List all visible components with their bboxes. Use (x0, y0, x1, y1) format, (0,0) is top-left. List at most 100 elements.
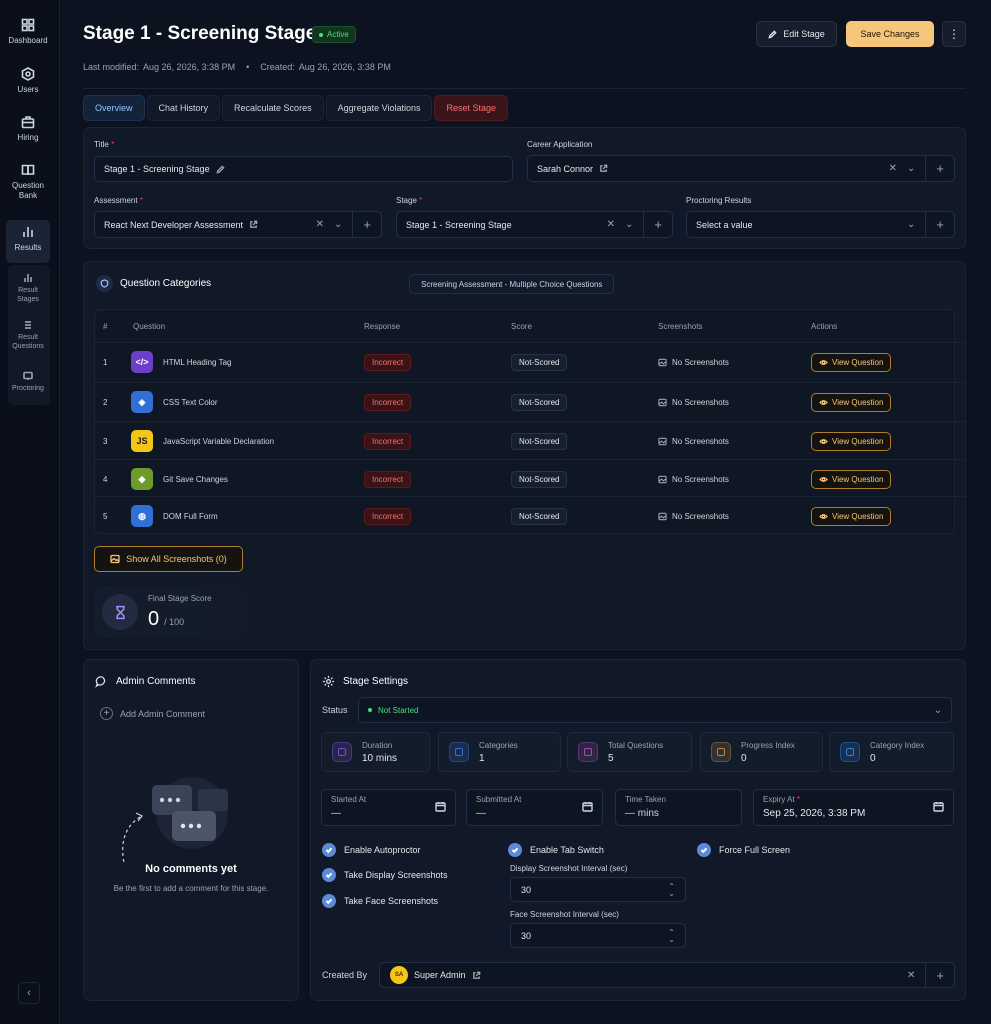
force-full-screen-checkbox[interactable]: Force Full Screen (697, 843, 790, 857)
tab-aggregate-violations[interactable]: Aggregate Violations (325, 95, 433, 121)
sidebar-subitem-result-questions[interactable]: Result Questions (8, 320, 48, 351)
show-all-screenshots-button[interactable]: Show All Screenshots (0) (94, 546, 243, 572)
face-interval-stepper[interactable]: 30 ⌃ ⌄ (510, 923, 686, 948)
tab-recalculate-scores[interactable]: Recalculate Scores (222, 95, 324, 121)
enable-tab-switch-checkbox[interactable]: Enable Tab Switch (508, 843, 604, 857)
clear-icon[interactable]: ✕ (889, 163, 897, 174)
view-question-button[interactable]: View Question (811, 469, 892, 489)
proctoring-results-label: Proctoring Results (686, 196, 752, 205)
image-icon (110, 554, 120, 564)
enable-autoproctor-checkbox[interactable]: Enable Autoproctor (322, 843, 421, 857)
started-at-field[interactable]: Started At — (321, 789, 456, 826)
stage-label: Stage (396, 196, 417, 205)
sidebar-item-hiring[interactable]: Hiring (6, 115, 50, 143)
git-icon: ◆ (131, 468, 153, 490)
calendar-icon (582, 802, 593, 812)
sidebar-subitem-result-stages[interactable]: Result Stages (8, 273, 48, 304)
edit-stage-button[interactable]: Edit Stage (756, 21, 837, 47)
take-display-screenshots-checkbox[interactable]: Take Display Screenshots (322, 868, 448, 882)
table-row: 1 </> HTML Heading Tag Incorrect Not-Scored N… (95, 342, 967, 380)
save-changes-button[interactable]: Save Changes (846, 21, 934, 47)
question-title: JavaScript Variable Declaration (163, 436, 275, 446)
tab-chat-history[interactable]: Chat History (146, 95, 221, 121)
sidebar-subitem-label: Result Stages (17, 287, 39, 303)
last-modified-label: Last modified: (83, 62, 140, 72)
view-question-label: View Question (832, 474, 884, 484)
more-options-button[interactable]: ⋮ (942, 21, 966, 47)
clear-icon[interactable]: ✕ (607, 219, 615, 230)
stat-card: Categories 1 (438, 732, 561, 772)
stat-text: Duration 10 mins (362, 741, 397, 764)
view-question-button[interactable]: View Question (811, 431, 892, 451)
monitor-icon (23, 371, 33, 380)
assessment-select[interactable]: React Next Developer Assessment ✕ ⌄ + (94, 211, 382, 238)
add-admin-comment-button[interactable]: + Add Admin Comment (100, 707, 205, 720)
stepper-arrows-icon[interactable]: ⌃ ⌄ (668, 928, 675, 943)
add-icon[interactable]: + (936, 217, 944, 232)
sidebar-item-dashboard[interactable]: Dashboard (6, 18, 50, 46)
stat-card: Duration 10 mins (321, 732, 430, 772)
submitted-at-field[interactable]: Submitted At — (466, 789, 603, 826)
row-number: 5 (103, 511, 108, 521)
career-application-select[interactable]: Sarah Connor ✕ ⌄ + (527, 155, 955, 182)
question-cell: ◈ CSS Text Color (131, 383, 218, 421)
collapse-sidebar-button[interactable]: ‹ (18, 982, 40, 1004)
more-vertical-icon: ⋮ (948, 27, 960, 41)
view-question-button[interactable]: View Question (811, 352, 892, 372)
time-taken-value: — mins (625, 808, 659, 819)
assessment-label-wrap: Assessment * (94, 196, 143, 205)
sidebar-subitem-proctoring[interactable]: Proctoring (8, 371, 48, 393)
view-question-button[interactable]: View Question (811, 506, 892, 526)
col-question: Question (133, 322, 166, 331)
question-cell: ◆ Git Save Changes (131, 460, 228, 498)
chevron-down-icon[interactable]: ⌄ (625, 219, 633, 230)
title-field[interactable]: Stage 1 - Screening Stage (94, 156, 513, 182)
question-cell: ◍ DOM Full Form (131, 497, 218, 535)
table-row: 3 JS JavaScript Variable Declaration Incorr… (95, 421, 967, 459)
eye-icon (819, 438, 828, 444)
clear-icon[interactable]: ✕ (316, 219, 324, 230)
stage-tabs: Overview Chat History Recalculate Scores… (83, 95, 509, 121)
check-icon (322, 894, 336, 908)
clear-icon[interactable]: ✕ (907, 970, 915, 981)
tab-reset-stage[interactable]: Reset Stage (434, 95, 509, 121)
title-label: Title * (94, 140, 114, 149)
check-icon (322, 868, 336, 882)
js-icon: JS (131, 430, 153, 452)
response-badge: Incorrect (364, 470, 412, 488)
last-modified-value: Aug 26, 2026, 3:38 PM (143, 62, 236, 72)
tab-overview[interactable]: Overview (83, 95, 145, 121)
gear-icon (322, 675, 335, 688)
add-icon[interactable]: + (363, 217, 371, 232)
chevron-down-icon[interactable]: ⌄ (907, 163, 915, 174)
check-icon (697, 843, 711, 857)
sidebar-item-users[interactable]: Users (6, 67, 50, 95)
add-icon[interactable]: + (654, 217, 662, 232)
proctoring-results-select[interactable]: Select a value ⌄ + (686, 211, 955, 238)
add-icon[interactable]: + (936, 968, 944, 983)
expiry-at-label: Expiry At (763, 795, 795, 804)
stage-select[interactable]: Stage 1 - Screening Stage ✕ ⌄ + (396, 211, 673, 238)
add-icon[interactable]: + (936, 161, 944, 176)
response-cell: Incorrect (364, 460, 412, 498)
category-chip[interactable]: Screening Assessment - Multiple Choice Q… (409, 274, 615, 294)
assessment-value: React Next Developer Assessment (104, 219, 244, 230)
chevron-down-icon[interactable]: ⌄ (907, 219, 915, 230)
stepper-arrows-icon[interactable]: ⌃ ⌄ (668, 882, 675, 897)
stat-value: 10 mins (362, 752, 398, 764)
screenshots-text: No Screenshots (672, 397, 729, 407)
stat-value: 0 (870, 752, 876, 764)
sidebar-item-question-bank[interactable]: Question Bank (6, 163, 50, 201)
row-number: 4 (103, 474, 108, 484)
status-select[interactable]: Not Started ⌄ (358, 697, 952, 723)
response-cell: Incorrect (364, 422, 412, 460)
take-face-screenshots-checkbox[interactable]: Take Face Screenshots (322, 894, 438, 908)
display-interval-stepper[interactable]: 30 ⌃ ⌄ (510, 877, 686, 902)
sidebar-item-results[interactable]: Results (6, 220, 50, 263)
created-by-select[interactable]: SA Super Admin ✕ + (379, 962, 955, 988)
chevron-down-icon[interactable]: ⌄ (334, 219, 342, 230)
actions-cell: View Question (811, 460, 892, 498)
screenshots-cell: No Screenshots (658, 497, 729, 535)
expiry-at-field[interactable]: Expiry At * Sep 25, 2026, 3:38 PM (753, 789, 954, 826)
view-question-button[interactable]: View Question (811, 392, 892, 412)
